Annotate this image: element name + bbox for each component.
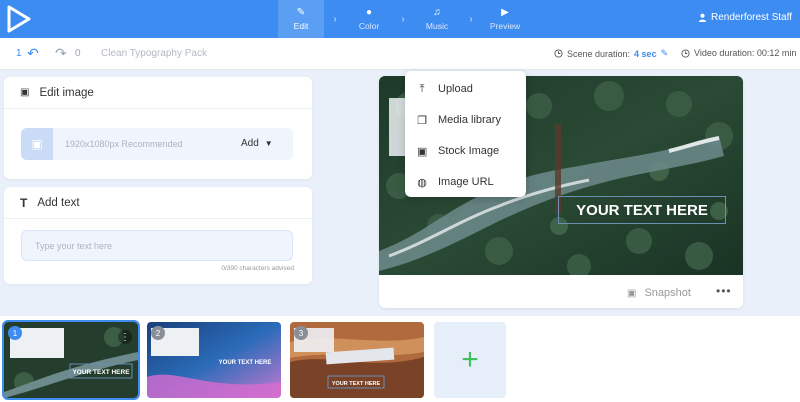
undo-icon[interactable]: ↶ [27,46,39,60]
redo-icon[interactable]: ↷ [55,46,67,60]
clock-icon [681,48,690,58]
step-color-label: Color [358,20,380,31]
plus-icon: + [461,343,479,376]
globe-icon: ◍ [417,176,427,189]
top-bar: ✎ Edit › ● Color › ♫ Music › ▶ Preview R… [0,0,800,38]
menu-item-image-url[interactable]: ◍ Image URL [405,167,526,197]
image-slot[interactable]: ▣ 1920x1080px Recommended Add ▼ [21,128,293,160]
edit-image-panel: ▣ Edit image ▣ 1920x1080px Recommended A… [4,77,312,179]
scene-duration: Scene duration: 4 sec ✎ [554,48,668,59]
chevron-right-icon: › [469,13,473,25]
undo-count: 1 [16,48,22,59]
add-text-panel: T Add text 0/390 characters advised [4,187,312,284]
redo-count: 0 [75,48,81,59]
scene-thumbnail-image: YOUR TEXT HERE [147,322,281,398]
thumb-overlay-text: YOUR TEXT HERE [219,360,272,366]
editor-toolbar: 1 ↶ ↷ 0 Clean Typography Pack Scene dura… [0,38,800,70]
scene-text-input[interactable] [21,230,293,261]
stock-image-icon: ▣ [417,145,428,158]
scene-menu-icon[interactable]: ⋮ [118,330,132,344]
step-edit[interactable]: ✎ Edit [278,0,324,38]
image-icon: ▣ [20,87,30,98]
menu-item-stock-image-label: Stock Image [438,145,500,157]
music-note-icon: ♫ [433,6,441,18]
video-duration-text: Video duration: 00:12 min [694,48,797,58]
add-image-dropdown: ⤒ Upload ❐ Media library ▣ Stock Image ◍… [405,71,526,197]
editor-steps: ✎ Edit › ● Color › ♫ Music › ▶ Preview [278,0,528,38]
step-edit-label: Edit [293,20,309,31]
thumb-overlay-text: YOUR TEXT HERE [332,381,381,387]
overlay-text-box[interactable]: YOUR TEXT HERE [558,196,726,224]
scene-number: 3 [294,326,308,340]
add-image-label: Add [241,138,259,149]
image-icon: ▣ [627,287,637,299]
user-menu[interactable]: Renderforest Staff [698,12,792,23]
media-library-icon: ❐ [417,114,427,127]
palette-icon: ● [365,6,373,18]
menu-item-upload[interactable]: ⤒ Upload [405,74,526,104]
image-recommended-size: 1920x1080px Recommended [65,139,183,149]
snapshot-label: Snapshot [644,287,691,299]
chevron-right-icon: › [401,13,405,25]
scene-thumbnail[interactable]: YOUR TEXT HERE 3 [290,322,424,398]
step-preview-label: Preview [489,20,521,31]
text-icon: T [20,195,28,210]
thumb-overlay-text: YOUR TEXT HERE [72,369,130,376]
template-pack-name: Clean Typography Pack [101,48,207,59]
add-text-header: T Add text [4,187,312,219]
char-count-hint: 0/390 characters advised [221,265,294,272]
play-icon: ▶ [501,6,509,18]
menu-item-media-library[interactable]: ❐ Media library [405,105,526,135]
menu-item-image-url-label: Image URL [438,176,494,188]
caret-down-icon: ▼ [264,139,273,148]
renderforest-logo-icon[interactable] [6,4,32,34]
clock-icon [554,49,563,58]
step-color[interactable]: ● Color [346,0,392,38]
scene-duration-label: Scene duration: [567,48,631,59]
scene-duration-value[interactable]: 4 sec [634,49,657,59]
add-image-button[interactable]: Add ▼ [241,138,273,149]
menu-item-stock-image[interactable]: ▣ Stock Image [405,136,526,166]
edit-image-header: ▣ Edit image [4,77,312,109]
menu-item-upload-label: Upload [438,83,473,95]
step-music[interactable]: ♫ Music [414,0,460,38]
menu-item-media-library-label: Media library [438,114,501,126]
add-text-title: Add text [37,196,80,209]
video-duration: Video duration: 00:12 min [681,48,796,58]
more-options-icon[interactable]: ••• [716,284,732,298]
add-scene-button[interactable]: + [434,322,506,398]
pencil-icon[interactable]: ✎ [661,48,669,59]
scene-thumbnail-image: YOUR TEXT HERE [290,322,424,398]
user-name: Renderforest Staff [711,12,792,23]
image-placeholder-icon: ▣ [21,128,53,160]
edit-image-title: Edit image [39,86,94,99]
step-music-label: Music [425,20,449,31]
scene-strip: YOUR TEXT HERE 1 ⋮ YOUR TEXT HERE 2 YOUR… [0,316,800,402]
scene-number: 2 [151,326,165,340]
step-preview[interactable]: ▶ Preview [482,0,528,38]
upload-icon: ⤒ [419,82,425,95]
scene-thumbnail[interactable]: YOUR TEXT HERE 1 ⋮ [2,320,140,400]
pencil-icon: ✎ [296,6,306,18]
scene-thumbnail[interactable]: YOUR TEXT HERE 2 [147,322,281,398]
snapshot-button[interactable]: ▣ Snapshot [627,287,691,299]
chevron-right-icon: › [333,13,337,25]
scene-number: 1 [8,326,22,340]
user-icon [698,13,707,22]
